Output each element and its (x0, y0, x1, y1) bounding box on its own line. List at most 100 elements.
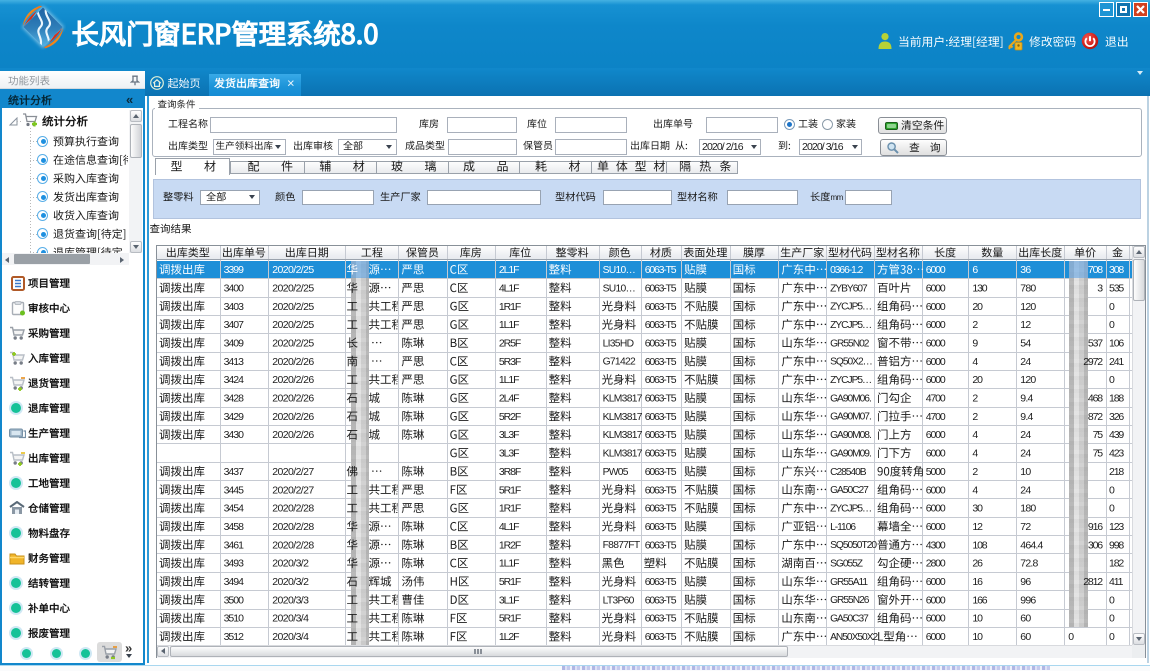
svg-text:3400: 3400 (224, 282, 245, 294)
svg-text:6000: 6000 (926, 594, 946, 606)
svg-text:120: 120 (1020, 374, 1036, 386)
svg-text:0: 0 (1109, 319, 1115, 331)
svg-text:6063-T5: 6063-T5 (645, 429, 677, 441)
svg-text:GA90M09.: GA90M09. (830, 448, 871, 459)
svg-text:9: 9 (972, 338, 978, 350)
svg-text:1R1F: 1R1F (499, 503, 521, 515)
svg-text:4L1F: 4L1F (499, 521, 519, 533)
svg-text:306: 306 (1088, 539, 1103, 551)
svg-text:9.4: 9.4 (1020, 393, 1033, 405)
svg-text:10: 10 (1020, 466, 1031, 478)
svg-text:30: 30 (972, 503, 983, 515)
svg-text:2020/2/26: 2020/2/26 (272, 429, 314, 441)
svg-text:72.8: 72.8 (1020, 558, 1038, 570)
svg-text:2020/2/28: 2020/2/28 (272, 539, 314, 551)
svg-text:2020/2/25: 2020/2/25 (272, 301, 314, 313)
svg-text:3461: 3461 (224, 539, 245, 551)
svg-text:0: 0 (1109, 374, 1115, 386)
svg-text:SU10…: SU10… (603, 265, 636, 276)
svg-text:»: » (125, 641, 132, 656)
svg-text:2020/2/25: 2020/2/25 (272, 338, 314, 350)
svg-text:ZYCJP5…: ZYCJP5… (830, 375, 871, 386)
svg-text:188: 188 (1109, 393, 1124, 405)
svg-text:241: 241 (1109, 356, 1124, 368)
svg-text:24: 24 (1020, 448, 1031, 460)
svg-text:180: 180 (1020, 503, 1036, 515)
svg-text:6063-T5: 6063-T5 (645, 613, 677, 625)
svg-text:GA90M06.: GA90M06. (830, 393, 871, 404)
svg-text:SG055Z: SG055Z (830, 559, 863, 570)
svg-text:3493: 3493 (224, 558, 245, 570)
svg-text:L-1106: L-1106 (830, 522, 856, 533)
svg-text:75: 75 (1093, 429, 1104, 441)
svg-text:12: 12 (1020, 319, 1031, 331)
svg-text:2: 2 (972, 411, 978, 423)
svg-text:3399: 3399 (224, 264, 245, 276)
svg-text:2020/3/4: 2020/3/4 (272, 631, 309, 643)
svg-text:12: 12 (972, 521, 983, 533)
svg-text:4700: 4700 (926, 411, 946, 423)
svg-text:326: 326 (1109, 411, 1124, 423)
svg-text:916: 916 (1088, 521, 1103, 533)
svg-text:166: 166 (972, 594, 987, 606)
svg-text:6000: 6000 (926, 521, 946, 533)
svg-text:2: 2 (972, 319, 978, 331)
svg-text:KLM3817: KLM3817 (603, 449, 643, 460)
svg-text:GA90M08.: GA90M08. (830, 430, 871, 441)
svg-text:0: 0 (1109, 503, 1115, 515)
svg-text:2L1F: 2L1F (499, 264, 519, 276)
svg-text:GA50C27: GA50C27 (830, 485, 869, 496)
svg-text:872: 872 (1088, 411, 1103, 423)
svg-text:6000: 6000 (926, 374, 946, 386)
svg-text:SQ50X2…: SQ50X2… (830, 357, 872, 368)
svg-text:2800: 2800 (926, 558, 946, 570)
svg-text:5R3F: 5R3F (499, 356, 521, 368)
svg-text:2020/ 2/16: 2020/ 2/16 (702, 141, 744, 153)
svg-text:AN50X50X2: AN50X50X2 (830, 632, 878, 643)
svg-text:5R2F: 5R2F (499, 411, 521, 423)
svg-text:3458: 3458 (224, 521, 245, 533)
svg-text:24: 24 (1020, 429, 1031, 441)
svg-text:1L2F: 1L2F (499, 631, 519, 643)
svg-text:308: 308 (1109, 264, 1124, 276)
svg-text:2020/2/26: 2020/2/26 (272, 411, 314, 423)
svg-text:6063-T5: 6063-T5 (645, 338, 677, 350)
svg-text:2020/3/2: 2020/3/2 (272, 558, 309, 570)
svg-text:LI35HD: LI35HD (603, 338, 634, 349)
svg-text:123: 123 (1109, 521, 1124, 533)
svg-text:GA90M07.: GA90M07. (830, 412, 871, 423)
svg-text:3429: 3429 (224, 411, 245, 423)
svg-text:20: 20 (972, 374, 983, 386)
svg-text:6063-T5: 6063-T5 (645, 301, 677, 313)
svg-text:10: 10 (972, 613, 983, 625)
svg-text:0: 0 (1109, 301, 1115, 313)
svg-text:3494: 3494 (224, 576, 245, 588)
svg-text:GA50C37: GA50C37 (830, 614, 869, 625)
svg-text:KLM3817: KLM3817 (603, 430, 643, 441)
svg-text:2020/3/2: 2020/3/2 (272, 576, 309, 588)
svg-text:4L1F: 4L1F (499, 282, 519, 294)
svg-text:36: 36 (1020, 264, 1031, 276)
svg-text:mm: mm (831, 193, 844, 202)
svg-text:2L4F: 2L4F (499, 393, 519, 405)
svg-text:6063-T5: 6063-T5 (645, 631, 677, 643)
svg-text:9.4: 9.4 (1020, 411, 1033, 423)
svg-text:75: 75 (1093, 448, 1104, 460)
svg-text:3500: 3500 (224, 594, 245, 606)
svg-text:96: 96 (1020, 576, 1031, 588)
svg-text:439: 439 (1109, 429, 1124, 441)
svg-text:3403: 3403 (224, 301, 245, 313)
svg-text:1R1F: 1R1F (499, 301, 521, 313)
svg-text:6000: 6000 (926, 448, 946, 460)
svg-text:6000: 6000 (926, 576, 946, 588)
svg-text:5R1F: 5R1F (499, 576, 521, 588)
svg-text:5R1F: 5R1F (499, 484, 521, 496)
svg-text:6063-T5: 6063-T5 (645, 264, 677, 276)
svg-text:4300: 4300 (926, 539, 946, 551)
svg-text:3L3F: 3L3F (499, 429, 519, 441)
svg-text:2020/ 3/16: 2020/ 3/16 (802, 141, 844, 153)
svg-text:2812: 2812 (1083, 576, 1103, 588)
svg-text:411: 411 (1109, 576, 1124, 588)
svg-text:3445: 3445 (224, 484, 245, 496)
svg-text:KLM3817: KLM3817 (603, 393, 643, 404)
